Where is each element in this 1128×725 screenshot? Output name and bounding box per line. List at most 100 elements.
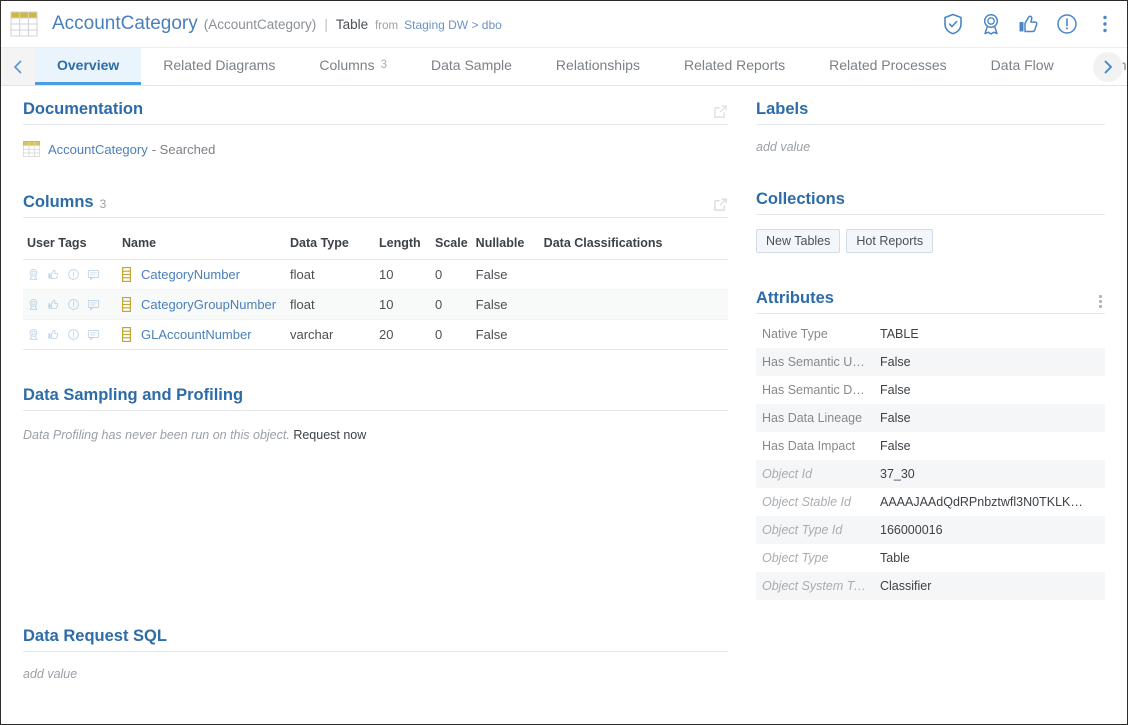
profiling-section: Data Sampling and Profiling Data Profili… bbox=[23, 386, 728, 442]
section-title: Collections bbox=[756, 190, 845, 209]
columns-table: User Tags Name Data Type Length Scale Nu… bbox=[23, 230, 728, 350]
tab-data-sample[interactable]: Data Sample bbox=[409, 48, 534, 85]
table-header-row: User Tags Name Data Type Length Scale Nu… bbox=[23, 230, 728, 260]
tabs-scroll-right-button[interactable] bbox=[1093, 52, 1123, 82]
main-column: Documentation bbox=[1, 86, 746, 724]
comment-icon[interactable] bbox=[87, 298, 100, 311]
attribute-row: Object Id 37_30 bbox=[756, 460, 1105, 488]
breadcrumb[interactable]: Staging DW > dbo bbox=[404, 18, 502, 32]
tab-related-processes[interactable]: Related Processes bbox=[807, 48, 969, 85]
column-icon bbox=[122, 297, 131, 312]
sql-header: Data Request SQL bbox=[23, 627, 728, 652]
documentation-entry-suffix: - Searched bbox=[152, 142, 216, 157]
col-header-length: Length bbox=[375, 230, 431, 260]
tab-related-diagrams[interactable]: Related Diagrams bbox=[141, 48, 297, 85]
sql-section: Data Request SQL add value bbox=[23, 627, 728, 681]
warning-circle-icon[interactable] bbox=[67, 328, 80, 341]
columns-header: Columns 3 bbox=[23, 193, 728, 218]
column-name-cell: CategoryGroupNumber bbox=[118, 290, 286, 320]
column-classifications bbox=[540, 260, 728, 290]
attribute-key: Object Stable Id bbox=[756, 488, 874, 516]
tab-columns[interactable]: Columns 3 bbox=[297, 48, 409, 85]
profiling-note: Data Profiling has never been run on thi… bbox=[23, 428, 728, 442]
tab-label: Related Processes bbox=[829, 57, 947, 73]
warning-circle-icon[interactable] bbox=[67, 298, 80, 311]
attribute-value: Table bbox=[874, 544, 1105, 572]
table-row[interactable]: GLAccountNumber varchar 20 0 False bbox=[23, 320, 728, 350]
attribute-row: Object Type Table bbox=[756, 544, 1105, 572]
award-ribbon-icon[interactable] bbox=[27, 298, 40, 311]
comment-icon[interactable] bbox=[87, 328, 100, 341]
more-vertical-icon[interactable] bbox=[1093, 12, 1117, 36]
column-name[interactable]: GLAccountNumber bbox=[141, 327, 252, 342]
attributes-header: Attributes bbox=[756, 289, 1105, 314]
column-nullable: False bbox=[472, 290, 540, 320]
request-now-link[interactable]: Request now bbox=[293, 428, 366, 442]
attribute-value: False bbox=[874, 404, 1105, 432]
documentation-section: Documentation bbox=[23, 100, 728, 157]
thumbs-up-icon[interactable] bbox=[47, 268, 60, 281]
column-scale: 0 bbox=[431, 260, 472, 290]
documentation-header: Documentation bbox=[23, 100, 728, 125]
column-name[interactable]: CategoryGroupNumber bbox=[141, 297, 276, 312]
award-ribbon-icon[interactable] bbox=[979, 12, 1003, 36]
tab-label: Columns bbox=[319, 57, 374, 73]
column-data-type: float bbox=[286, 260, 375, 290]
table-icon bbox=[10, 11, 38, 37]
side-column: Labels add value Collections New Tables … bbox=[746, 86, 1127, 724]
chevron-right-icon bbox=[1102, 60, 1114, 74]
tab-data-flow[interactable]: Data Flow bbox=[969, 48, 1076, 85]
attribute-key: Has Data Lineage bbox=[756, 404, 874, 432]
chevron-left-icon bbox=[12, 60, 24, 74]
column-scale: 0 bbox=[431, 290, 472, 320]
warning-circle-icon[interactable] bbox=[67, 268, 80, 281]
attribute-row: Has Semantic U… False bbox=[756, 348, 1105, 376]
from-label: from bbox=[375, 20, 398, 32]
collection-chips: New Tables Hot Reports bbox=[756, 229, 1105, 253]
documentation-entry-name[interactable]: AccountCategory bbox=[48, 142, 148, 157]
collection-chip-hot-reports[interactable]: Hot Reports bbox=[846, 229, 933, 253]
attribute-row: Has Data Lineage False bbox=[756, 404, 1105, 432]
tabs-scroll-left-button[interactable] bbox=[1, 48, 35, 85]
table-row[interactable]: CategoryNumber float 10 0 False bbox=[23, 260, 728, 290]
title-separator: | bbox=[324, 17, 328, 32]
table-row[interactable]: CategoryGroupNumber float 10 0 False bbox=[23, 290, 728, 320]
attributes-more-icon[interactable] bbox=[1093, 295, 1105, 308]
page-title[interactable]: AccountCategory bbox=[52, 13, 198, 35]
popout-icon[interactable] bbox=[713, 104, 728, 119]
profiling-message: Data Profiling has never been run on thi… bbox=[23, 428, 290, 442]
shield-check-icon[interactable] bbox=[941, 12, 965, 36]
attribute-key: Has Semantic D… bbox=[756, 376, 874, 404]
tab-relationships[interactable]: Relationships bbox=[534, 48, 662, 85]
tab-list: Overview Related Diagrams Columns 3 Data… bbox=[35, 48, 1127, 85]
column-data-type: varchar bbox=[286, 320, 375, 350]
tab-label: Related Reports bbox=[684, 57, 785, 73]
column-name[interactable]: CategoryNumber bbox=[141, 267, 240, 282]
thumbs-up-icon[interactable] bbox=[47, 328, 60, 341]
labels-add-value[interactable]: add value bbox=[756, 140, 1105, 154]
attribute-value: 37_30 bbox=[874, 460, 1105, 488]
tab-related-reports[interactable]: Related Reports bbox=[662, 48, 807, 85]
thumbs-up-icon[interactable] bbox=[1017, 12, 1041, 36]
warning-circle-icon[interactable] bbox=[1055, 12, 1079, 36]
column-icon bbox=[122, 327, 131, 342]
award-ribbon-icon[interactable] bbox=[27, 268, 40, 281]
column-data-type: float bbox=[286, 290, 375, 320]
tab-overview[interactable]: Overview bbox=[35, 48, 141, 85]
page-body: Documentation bbox=[1, 86, 1127, 724]
comment-icon[interactable] bbox=[87, 268, 100, 281]
attribute-value: False bbox=[874, 376, 1105, 404]
labels-header: Labels bbox=[756, 100, 1105, 125]
thumbs-up-icon[interactable] bbox=[47, 298, 60, 311]
tab-count: 3 bbox=[381, 59, 387, 71]
column-length: 10 bbox=[375, 290, 431, 320]
attribute-value: AAAAJAAdQdRPnbztwfl3N0TKLK… bbox=[874, 488, 1105, 516]
popout-icon[interactable] bbox=[713, 197, 728, 212]
documentation-entry[interactable]: AccountCategory - Searched bbox=[23, 141, 728, 157]
col-header-data-classifications: Data Classifications bbox=[540, 230, 728, 260]
sql-add-value[interactable]: add value bbox=[23, 667, 728, 681]
section-title: Documentation bbox=[23, 100, 143, 119]
award-ribbon-icon[interactable] bbox=[27, 328, 40, 341]
collection-chip-new-tables[interactable]: New Tables bbox=[756, 229, 840, 253]
column-name-wrap: CategoryNumber bbox=[122, 267, 282, 282]
